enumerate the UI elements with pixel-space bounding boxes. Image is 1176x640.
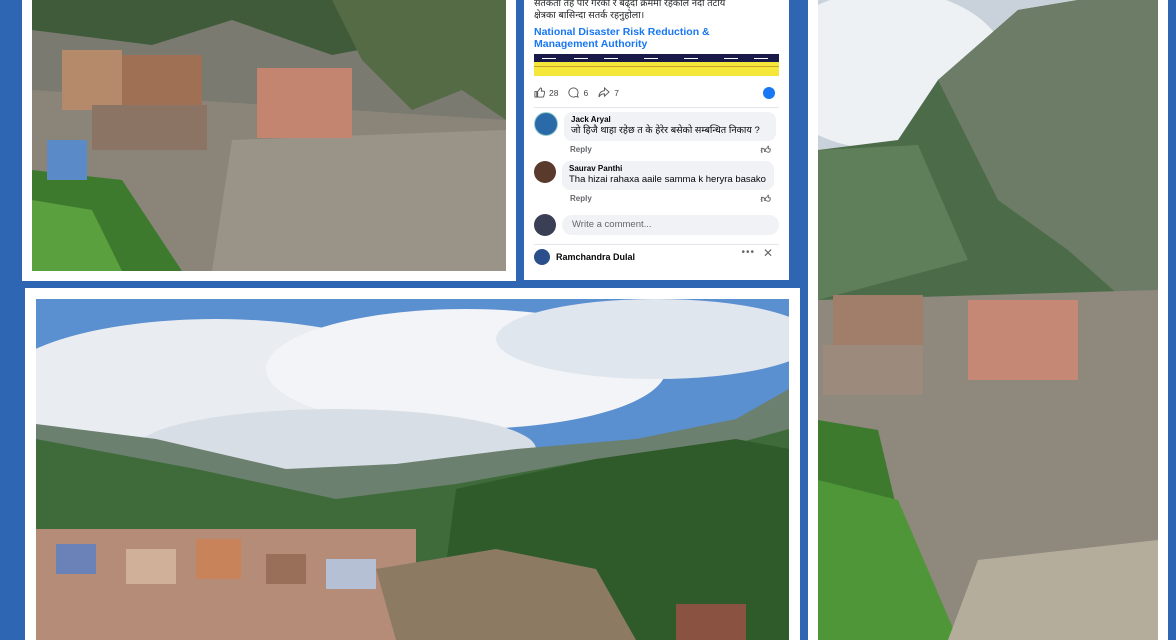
flood-town-photo: [36, 299, 789, 640]
more-icon[interactable]: •••: [741, 247, 755, 258]
comment-bubble: Jack Aryal जो हिजै थाहा रहेछ त के हेरेर …: [564, 112, 776, 141]
comment-count-text: 6: [583, 88, 589, 98]
document-table-row: [534, 66, 779, 67]
avatar[interactable]: [534, 112, 558, 136]
org-name-line: National Disaster Risk Reduction &: [534, 26, 710, 38]
close-icon[interactable]: ✕: [763, 246, 773, 260]
comment-item: Ramchandra Dulal ••• ✕: [534, 244, 779, 265]
like-count-text: 28: [549, 88, 559, 98]
comment-author[interactable]: Saurav Panthi: [569, 164, 767, 173]
reply-button[interactable]: Reply: [570, 145, 592, 154]
share-count-text: 7: [614, 88, 619, 98]
comment-text: Tha hizai rahaxa aaile samma k heryra ba…: [569, 174, 766, 185]
reaction-bar: 28 6 7: [534, 85, 779, 101]
mountain-debris-photo: [818, 0, 1158, 640]
like-icon: [534, 86, 546, 100]
comment-author[interactable]: Ramchandra Dulal: [556, 252, 635, 262]
photo-frame-top-left: [22, 0, 516, 281]
thumbs-up-icon[interactable]: 👍︎: [761, 193, 771, 205]
like-reaction-icon: [763, 87, 775, 99]
share-icon: [598, 86, 610, 100]
comment-author[interactable]: Jack Aryal: [571, 115, 769, 124]
avatar[interactable]: [534, 249, 550, 265]
comment-actions: Reply 👍︎: [570, 145, 779, 157]
comment-item: Saurav Panthi Tha hizai rahaxa aaile sam…: [534, 161, 779, 190]
attached-document-image[interactable]: [534, 54, 779, 76]
comment-count[interactable]: 6: [568, 86, 589, 100]
comment-item: Jack Aryal जो हिजै थाहा रहेछ त के हेरेर …: [534, 112, 779, 141]
avatar[interactable]: [534, 161, 556, 183]
divider: [534, 107, 779, 108]
share-count[interactable]: 7: [598, 86, 619, 100]
comment-icon: [568, 86, 580, 100]
thumbs-up-icon[interactable]: 👍︎: [761, 144, 771, 156]
org-mention-link[interactable]: National Disaster Risk Reduction & Manag…: [534, 26, 779, 50]
comment-composer: Write a comment...: [534, 214, 779, 236]
org-name-line: Management Authority: [534, 38, 648, 50]
social-post-panel: सतर्कता तह पार गरेको र बढ्दो क्रममा रहेक…: [524, 0, 789, 280]
comment-text: जो हिजै थाहा रहेछ त के हेरेर बसेको सम्बन…: [571, 125, 760, 136]
comment-input[interactable]: Write a comment...: [562, 215, 779, 235]
like-count[interactable]: 28: [534, 86, 559, 100]
comment-actions: Reply 👍︎: [570, 194, 779, 206]
document-table-header: [534, 54, 779, 62]
avatar: [534, 214, 556, 236]
post-text-line: क्षेत्रका बासिन्दा सतर्क रहनुहोला।: [534, 10, 645, 21]
landslide-village-photo: [32, 0, 506, 271]
reply-button[interactable]: Reply: [570, 194, 592, 203]
comment-bubble: Saurav Panthi Tha hizai rahaxa aaile sam…: [562, 161, 774, 190]
photo-frame-bottom: [25, 288, 800, 640]
photo-frame-right: [808, 0, 1168, 640]
post-text-line: सतर्कता तह पार गरेको र बढ्दो क्रममा रहेक…: [534, 0, 726, 9]
post-text: सतर्कता तह पार गरेको र बढ्दो क्रममा रहेक…: [534, 0, 779, 22]
